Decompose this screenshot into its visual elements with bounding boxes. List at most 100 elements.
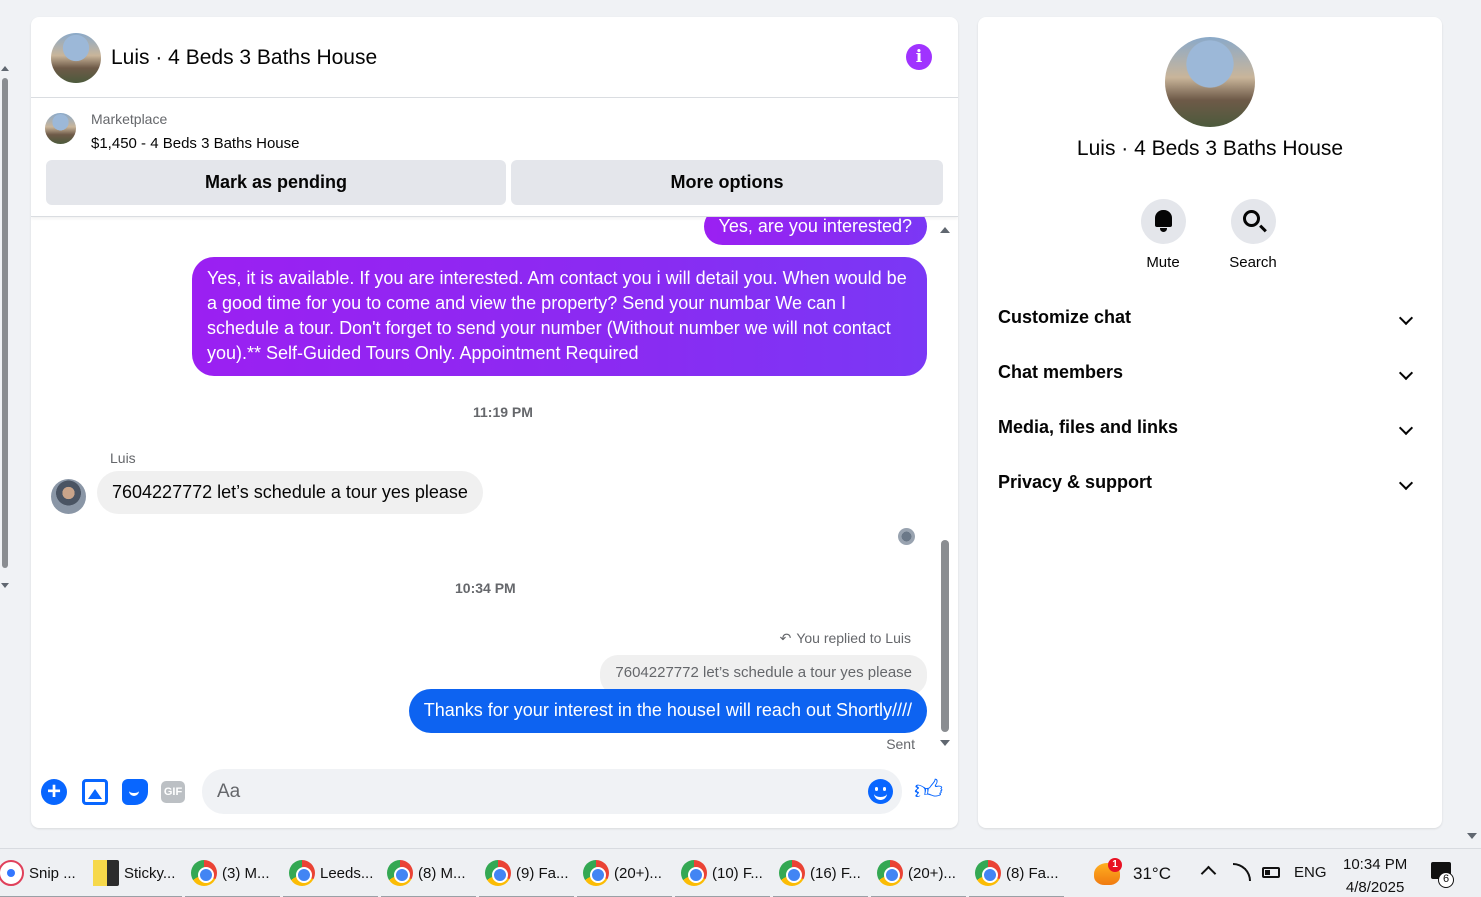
- incoming-message[interactable]: 7604227772 let’s schedule a tour yes ple…: [97, 471, 483, 514]
- taskbar-app-label: (20+)...: [908, 865, 956, 882]
- chevron-down-icon: [1398, 365, 1414, 381]
- section-label: Customize chat: [998, 307, 1132, 327]
- taskbar-app-chrome[interactable]: (20+)...: [577, 849, 672, 897]
- taskbar-app-label: (10) F...: [712, 865, 763, 882]
- conversation-avatar[interactable]: [1165, 37, 1255, 127]
- wifi-icon[interactable]: [1233, 863, 1251, 881]
- battery-icon[interactable]: [1262, 867, 1280, 878]
- composer: + GIF 👍︎: [31, 762, 958, 822]
- info-icon[interactable]: i: [906, 44, 932, 70]
- chevron-down-icon: [1398, 310, 1414, 326]
- sender-avatar[interactable]: [51, 479, 86, 514]
- listing-thumbnail[interactable]: [45, 113, 76, 144]
- mute-button[interactable]: [1140, 199, 1186, 244]
- search-action[interactable]: Search: [1213, 199, 1293, 271]
- chat-members-section[interactable]: Chat members: [998, 362, 1423, 392]
- weather-badge: 1: [1108, 858, 1122, 872]
- marketplace-banner: Marketplace $1,450 - 4 Beds 3 Baths Hous…: [31, 98, 958, 217]
- outgoing-message[interactable]: Thanks for your interest in the houseI w…: [408, 689, 927, 733]
- chat-scroll-up-icon[interactable]: [940, 227, 950, 233]
- chat-avatar[interactable]: [51, 33, 101, 83]
- conversation-name: Luis · 4 Beds 3 Baths House: [1076, 137, 1344, 160]
- chat-panel: Luis · 4 Beds 3 Baths House i Marketplac…: [31, 17, 958, 828]
- chrome-icon: [387, 860, 413, 886]
- taskbar-app-chrome[interactable]: (20+)...: [871, 849, 966, 897]
- plus-icon[interactable]: +: [41, 779, 67, 805]
- taskbar-app-label: (3) M...: [222, 865, 270, 882]
- taskbar-app-label: Leeds...: [320, 865, 374, 882]
- message-list[interactable]: Yes, are you interested? Yes, it is avai…: [31, 217, 958, 760]
- privacy-support-section[interactable]: Privacy & support: [998, 472, 1423, 502]
- chrome-icon: [877, 860, 903, 886]
- taskbar-app-chrome[interactable]: (16) F...: [773, 849, 868, 897]
- more-options-button[interactable]: More options: [511, 160, 943, 205]
- chat-scrollbar[interactable]: [940, 225, 950, 755]
- mute-label: Mute: [1146, 254, 1180, 271]
- sender-name: Luis: [110, 450, 136, 466]
- chrome-icon: [975, 860, 1001, 886]
- section-label: Chat members: [998, 362, 1124, 382]
- sticker-icon[interactable]: [122, 779, 148, 805]
- window-scroll-down-arrow-icon[interactable]: [1467, 833, 1477, 839]
- taskbar-app-label: Snip ...: [29, 865, 76, 882]
- thumbs-up-icon[interactable]: 👍︎: [914, 775, 943, 805]
- seen-receipt-avatar: [898, 528, 915, 545]
- sticky-notes-icon: [93, 860, 119, 886]
- taskbar-app-label: (8) M...: [418, 865, 466, 882]
- taskbar-app-label: (8) Fa...: [1006, 865, 1059, 882]
- photo-icon[interactable]: [82, 779, 108, 805]
- timestamp: 10:34 PM: [455, 580, 516, 596]
- language-indicator[interactable]: ENG: [1294, 864, 1327, 881]
- emoji-icon[interactable]: [868, 779, 893, 804]
- taskbar-app-label: Sticky...: [124, 865, 176, 882]
- chat-scrollbar-thumb[interactable]: [941, 540, 949, 732]
- reply-arrow-icon: ↶: [779, 630, 792, 646]
- customize-chat-section[interactable]: Customize chat: [998, 307, 1423, 337]
- clock-date: 4/8/2025: [1345, 879, 1405, 896]
- chat-title[interactable]: Luis · 4 Beds 3 Baths House: [111, 46, 377, 70]
- system-clock[interactable]: 10:34 PM 4/8/2025: [1343, 853, 1407, 897]
- chrome-icon: [583, 860, 609, 886]
- taskbar-app-sticky[interactable]: Sticky...: [87, 849, 182, 897]
- show-hidden-icons-icon[interactable]: [1200, 865, 1217, 882]
- search-icon: [1242, 210, 1260, 227]
- section-label: Media, files and links: [998, 417, 1179, 437]
- chat-header: Luis · 4 Beds 3 Baths House i: [31, 17, 958, 98]
- search-label: Search: [1229, 254, 1277, 271]
- temperature: 31°C: [1133, 864, 1171, 883]
- page-scrollbar[interactable]: [0, 0, 12, 845]
- taskbar-app-chrome[interactable]: (8) Fa...: [969, 849, 1064, 897]
- taskbar-app-chrome[interactable]: (8) M...: [381, 849, 476, 897]
- media-files-links-section[interactable]: Media, files and links: [998, 417, 1423, 447]
- notification-count: 6: [1438, 872, 1454, 888]
- snipping-tool-icon: [0, 860, 24, 886]
- taskbar-app-label: (20+)...: [614, 865, 662, 882]
- taskbar-app-snip[interactable]: Snip ...: [0, 849, 87, 897]
- chrome-icon: [485, 860, 511, 886]
- chrome-icon: [779, 860, 805, 886]
- bell-icon: [1154, 210, 1172, 232]
- taskbar-app-chrome[interactable]: (9) Fa...: [479, 849, 574, 897]
- chrome-icon: [191, 860, 217, 886]
- taskbar-app-chrome[interactable]: Leeds...: [283, 849, 378, 897]
- mark-as-pending-button[interactable]: Mark as pending: [46, 160, 506, 205]
- taskbar-app-label: (9) Fa...: [516, 865, 569, 882]
- mute-action[interactable]: Mute: [1123, 199, 1203, 271]
- search-button[interactable]: [1230, 199, 1276, 244]
- scroll-up-arrow-icon[interactable]: [1, 66, 9, 71]
- scroll-down-arrow-icon[interactable]: [1, 583, 9, 588]
- conversation-info-panel: Luis · 4 Beds 3 Baths House Mute Search …: [978, 17, 1442, 828]
- chevron-down-icon: [1398, 420, 1414, 436]
- outgoing-message[interactable]: Yes, are you interested?: [703, 217, 927, 245]
- taskbar-app-chrome[interactable]: (3) M...: [185, 849, 280, 897]
- gif-icon[interactable]: GIF: [161, 781, 185, 803]
- notification-center-icon[interactable]: 6: [1431, 862, 1454, 888]
- outgoing-message[interactable]: Yes, it is available. If you are interes…: [192, 257, 927, 376]
- section-label: Privacy & support: [998, 472, 1153, 492]
- listing-title[interactable]: $1,450 - 4 Beds 3 Baths House: [91, 135, 299, 152]
- chat-scroll-down-icon[interactable]: [940, 740, 950, 746]
- message-input[interactable]: [202, 769, 902, 814]
- marketplace-label: Marketplace: [91, 111, 168, 127]
- taskbar-app-chrome[interactable]: (10) F...: [675, 849, 770, 897]
- page-scrollbar-thumb[interactable]: [2, 78, 8, 568]
